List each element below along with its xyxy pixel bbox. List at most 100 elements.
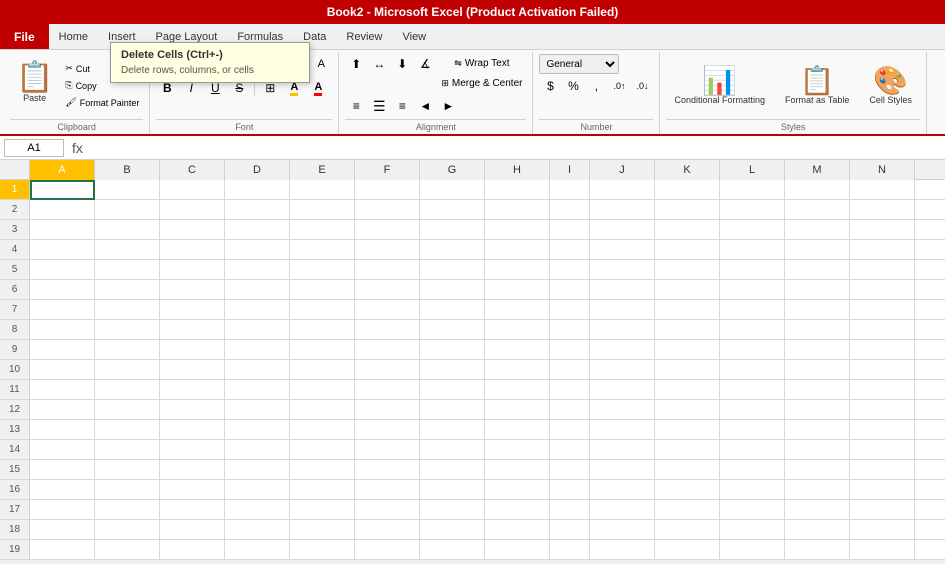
cell-e11[interactable] [290,380,355,400]
cell-j9[interactable] [590,340,655,360]
cell-e16[interactable] [290,480,355,500]
cell-i19[interactable] [550,540,590,560]
cell-n1[interactable] [850,180,915,200]
cell-n3[interactable] [850,220,915,240]
cell-g8[interactable] [420,320,485,340]
cell-i16[interactable] [550,480,590,500]
cell-a9[interactable] [30,340,95,360]
cell-g9[interactable] [420,340,485,360]
cell-g6[interactable] [420,280,485,300]
cell-m9[interactable] [785,340,850,360]
cell-b10[interactable] [95,360,160,380]
comma-button[interactable]: , [585,76,607,96]
cell-g11[interactable] [420,380,485,400]
cell-i4[interactable] [550,240,590,260]
cell-i2[interactable] [550,200,590,220]
cell-h13[interactable] [485,420,550,440]
cell-m18[interactable] [785,520,850,540]
cell-g10[interactable] [420,360,485,380]
cell-j4[interactable] [590,240,655,260]
cell-m4[interactable] [785,240,850,260]
cell-i14[interactable] [550,440,590,460]
cell-g5[interactable] [420,260,485,280]
cell-a11[interactable] [30,380,95,400]
cell-h3[interactable] [485,220,550,240]
cell-k1[interactable] [655,180,720,200]
cell-b9[interactable] [95,340,160,360]
cell-k18[interactable] [655,520,720,540]
cell-h6[interactable] [485,280,550,300]
cell-a7[interactable] [30,300,95,320]
align-top-button[interactable]: ⬆ [345,54,367,74]
decrease-font-button[interactable]: A [310,54,332,74]
cell-i12[interactable] [550,400,590,420]
col-header-b[interactable]: B [95,160,160,180]
cell-g14[interactable] [420,440,485,460]
cell-l4[interactable] [720,240,785,260]
cell-c2[interactable] [160,200,225,220]
cell-g19[interactable] [420,540,485,560]
cell-d16[interactable] [225,480,290,500]
cell-e2[interactable] [290,200,355,220]
cell-m7[interactable] [785,300,850,320]
cell-e3[interactable] [290,220,355,240]
cell-n15[interactable] [850,460,915,480]
cell-m2[interactable] [785,200,850,220]
cell-m1[interactable] [785,180,850,200]
cell-m16[interactable] [785,480,850,500]
font-color-button[interactable]: A [307,78,329,98]
cell-d12[interactable] [225,400,290,420]
cell-l10[interactable] [720,360,785,380]
cell-d8[interactable] [225,320,290,340]
cell-j10[interactable] [590,360,655,380]
cell-g12[interactable] [420,400,485,420]
cell-a19[interactable] [30,540,95,560]
cell-i9[interactable] [550,340,590,360]
cell-k5[interactable] [655,260,720,280]
cell-a1[interactable] [30,180,95,200]
paste-button[interactable]: 📋 Paste [10,61,59,110]
align-bottom-button[interactable]: ⬇ [391,54,413,74]
cell-d7[interactable] [225,300,290,320]
col-header-f[interactable]: F [355,160,420,180]
cell-b2[interactable] [95,200,160,220]
cell-m5[interactable] [785,260,850,280]
format-as-table-button[interactable]: 📋 Format as Table [777,63,857,109]
cell-e15[interactable] [290,460,355,480]
cell-c8[interactable] [160,320,225,340]
cell-d5[interactable] [225,260,290,280]
conditional-formatting-button[interactable]: 📊 Conditional Formatting [666,63,773,109]
cell-k9[interactable] [655,340,720,360]
cell-n14[interactable] [850,440,915,460]
cell-j16[interactable] [590,480,655,500]
cell-f17[interactable] [355,500,420,520]
cell-f4[interactable] [355,240,420,260]
cell-i1[interactable] [550,180,590,200]
cell-k6[interactable] [655,280,720,300]
cell-c7[interactable] [160,300,225,320]
cell-b7[interactable] [95,300,160,320]
cell-m8[interactable] [785,320,850,340]
cell-j3[interactable] [590,220,655,240]
cell-e8[interactable] [290,320,355,340]
cell-n9[interactable] [850,340,915,360]
cell-h1[interactable] [485,180,550,200]
cell-f1[interactable] [355,180,420,200]
cell-l8[interactable] [720,320,785,340]
cell-m11[interactable] [785,380,850,400]
cell-b14[interactable] [95,440,160,460]
cell-a2[interactable] [30,200,95,220]
cell-h16[interactable] [485,480,550,500]
cell-l1[interactable] [720,180,785,200]
decrease-decimal-button[interactable]: .0↓ [631,76,653,96]
col-header-h[interactable]: H [485,160,550,180]
cell-n16[interactable] [850,480,915,500]
cell-d4[interactable] [225,240,290,260]
col-header-c[interactable]: C [160,160,225,180]
cell-l19[interactable] [720,540,785,560]
align-middle-button[interactable]: ↔ [368,54,390,74]
cell-b19[interactable] [95,540,160,560]
cell-l11[interactable] [720,380,785,400]
row-num-10[interactable]: 10 [0,360,30,379]
cell-k10[interactable] [655,360,720,380]
